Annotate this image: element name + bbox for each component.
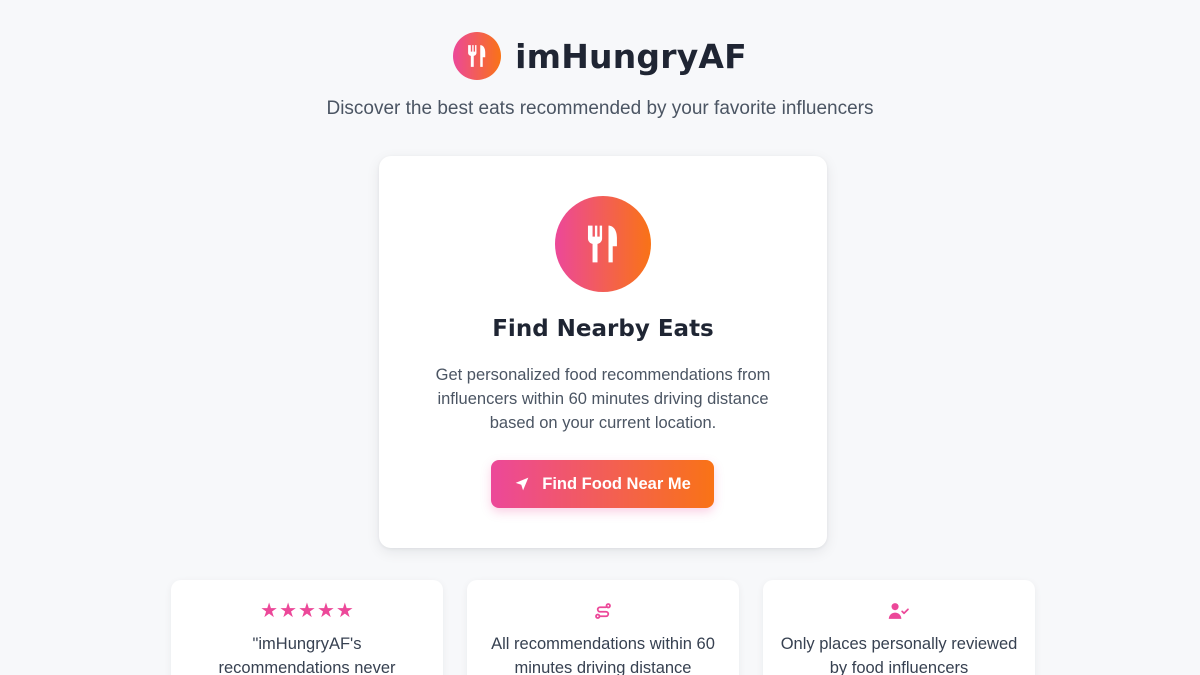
utensils-icon [453, 32, 502, 80]
feature-text: Only places personally reviewed by food … [780, 635, 1018, 675]
utensils-icon [555, 196, 651, 292]
find-food-button-label: Find Food Near Me [542, 474, 691, 493]
star-icon: ★ [279, 600, 298, 622]
star-icon: ★ [316, 600, 335, 622]
tagline: Discover the best eats recommended by yo… [326, 98, 874, 119]
location-arrow-icon [514, 476, 530, 492]
find-food-button[interactable]: Find Food Near Me [491, 460, 714, 508]
star-icon: ★ [335, 600, 354, 622]
landing-page: imHungryAF Discover the best eats recomm… [0, 0, 1200, 675]
find-nearby-card: Find Nearby Eats Get personalized food r… [379, 156, 827, 548]
feature-text: "imHungryAF's recommendations never [218, 635, 396, 675]
user-check-icon [763, 600, 1035, 622]
five-stars-icon: ★ ★ ★ ★ ★ [171, 600, 443, 622]
star-icon: ★ [298, 600, 316, 622]
brand[interactable]: imHungryAF [0, 32, 1200, 80]
star-icon: ★ [260, 600, 279, 622]
card-title: Find Nearby Eats [492, 316, 714, 342]
feature-card-verified: Only places personally reviewed by food … [763, 580, 1035, 675]
card-description: Get personalized food recommendations fr… [435, 366, 771, 432]
route-icon [467, 600, 739, 622]
brand-name: imHungryAF [515, 36, 747, 76]
feature-text: All recommendations within 60 minutes dr… [491, 635, 715, 675]
feature-card-testimonial: ★ ★ ★ ★ ★ "imHungryAF's recommendations … [171, 580, 443, 675]
feature-card-distance: All recommendations within 60 minutes dr… [467, 580, 739, 675]
